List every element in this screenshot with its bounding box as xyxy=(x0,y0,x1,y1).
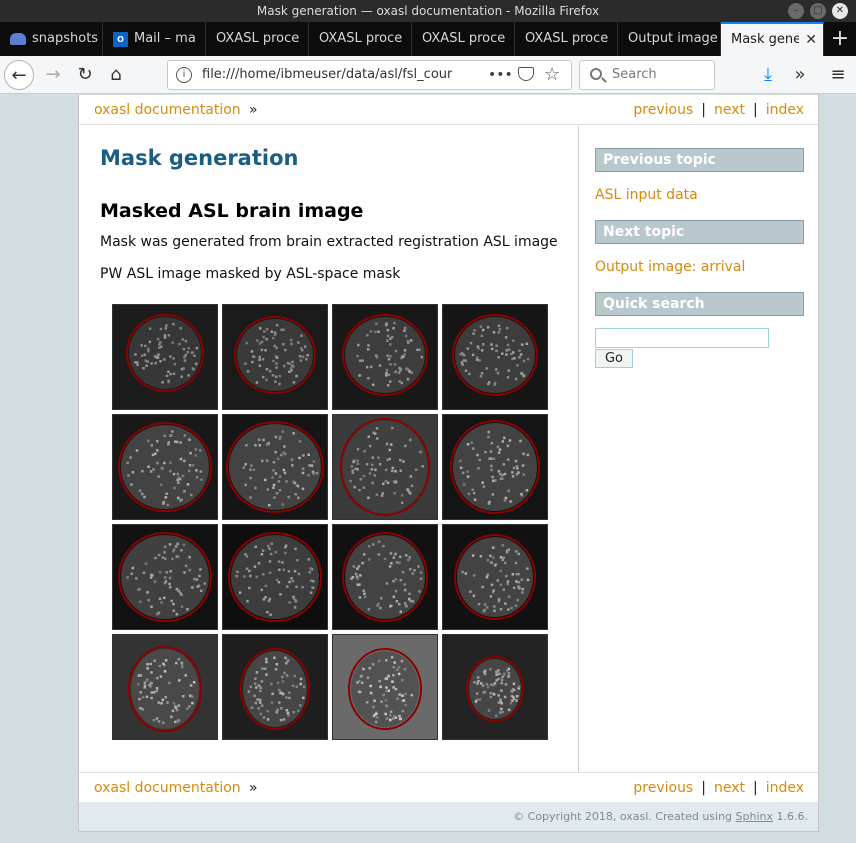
url-bar[interactable]: i file:///home/ibmeuser/data/asl/fsl_cou… xyxy=(167,60,572,90)
page-title: Mask generation xyxy=(100,146,299,170)
maximize-button[interactable]: □ xyxy=(810,3,826,19)
next-topic-link[interactable]: Output image: arrival xyxy=(595,259,745,275)
previous-link[interactable]: previous xyxy=(633,102,693,118)
back-button[interactable]: ← xyxy=(4,60,34,90)
window-titlebar: Mask generation — oxasl documentation - … xyxy=(0,0,856,22)
tab-mask-generation[interactable]: Mask gene ✕ xyxy=(721,22,824,56)
next-link[interactable]: next xyxy=(714,780,745,796)
separator: | xyxy=(701,102,706,118)
tab-mail[interactable]: O Mail – ma xyxy=(103,22,206,56)
page-actions-button[interactable]: ••• xyxy=(488,61,513,89)
brain-slice xyxy=(332,414,438,520)
go-button[interactable]: Go xyxy=(595,349,633,368)
brain-slice xyxy=(222,524,328,630)
paragraph-pw-image: PW ASL image masked by ASL-space mask xyxy=(100,266,401,282)
previous-topic-heading: Previous topic xyxy=(595,148,804,172)
tab-label: OXASL proce xyxy=(319,31,403,46)
info-icon[interactable]: i xyxy=(176,67,192,83)
separator: | xyxy=(752,780,758,796)
overflow-menu-icon[interactable]: » xyxy=(788,60,812,90)
brain-slice xyxy=(442,414,548,520)
brain-slice xyxy=(112,304,218,410)
tab-oxasl-2[interactable]: OXASL proce xyxy=(309,22,412,56)
tab-label: OXASL proce xyxy=(525,31,609,46)
close-tab-icon[interactable]: ✕ xyxy=(805,24,817,56)
document: oxasl documentation » previous | next | inde… xyxy=(78,95,819,832)
outlook-icon: O xyxy=(113,31,128,47)
tab-output-image[interactable]: Output image xyxy=(618,22,721,56)
quick-search-heading: Quick search xyxy=(595,292,804,316)
tab-label: Mail – ma xyxy=(134,31,196,46)
tab-oxasl-3[interactable]: OXASL proce xyxy=(412,22,515,56)
reload-button[interactable]: ↻ xyxy=(70,60,100,90)
tab-label: snapshots xyxy=(32,31,99,46)
brain-slice xyxy=(332,634,438,740)
tab-oxasl-4[interactable]: OXASL proce xyxy=(515,22,618,56)
tab-label: OXASL proce xyxy=(216,31,300,46)
new-tab-button[interactable]: + xyxy=(824,22,856,56)
search-bar[interactable]: Search xyxy=(579,60,715,90)
section-title: Masked ASL brain image xyxy=(100,200,364,222)
tab-oxasl-1[interactable]: OXASL proce xyxy=(206,22,309,56)
brain-slice xyxy=(112,414,218,520)
forward-button[interactable]: → xyxy=(38,60,68,90)
raquo: » xyxy=(249,780,258,796)
page-viewport: oxasl documentation » previous | next | inde… xyxy=(0,95,856,843)
copyright-text: © Copyright 2018, oxasl. Created using xyxy=(513,810,736,823)
minimize-button[interactable]: – xyxy=(788,3,804,19)
download-icon[interactable]: ⤓ xyxy=(756,60,780,90)
close-window-button[interactable]: ✕ xyxy=(832,3,848,19)
window-controls: – □ ✕ xyxy=(788,3,848,19)
paragraph-mask-source: Mask was generated from brain extracted … xyxy=(100,234,558,250)
search-placeholder: Search xyxy=(612,67,657,82)
quick-search-input[interactable] xyxy=(595,328,769,348)
previous-link[interactable]: previous xyxy=(633,780,693,796)
window-title: Mask generation — oxasl documentation - … xyxy=(256,4,600,18)
hamburger-menu-icon[interactable]: ≡ xyxy=(826,60,850,90)
home-link[interactable]: oxasl documentation xyxy=(94,95,241,125)
index-link[interactable]: index xyxy=(766,780,804,796)
tab-label: Output image xyxy=(628,31,718,46)
brain-slice xyxy=(442,524,548,630)
url-text[interactable]: file:///home/ibmeuser/data/asl/fsl_cours… xyxy=(202,61,452,89)
index-link[interactable]: index xyxy=(766,102,804,118)
previous-topic-link[interactable]: ASL input data xyxy=(595,187,698,203)
related-links: previous | next | index xyxy=(633,773,804,803)
main-body: Mask generation Masked ASL brain image M… xyxy=(79,126,578,772)
related-bar-bottom: oxasl documentation » previous | next | inde… xyxy=(79,772,818,802)
tab-label: OXASL proce xyxy=(422,31,506,46)
brain-slice xyxy=(332,524,438,630)
brain-mosaic-image xyxy=(112,304,548,742)
cloud-icon xyxy=(10,33,26,45)
pocket-icon[interactable] xyxy=(518,67,534,81)
next-link[interactable]: next xyxy=(714,102,745,118)
navigation-toolbar: ← → ↻ ⌂ i file:///home/ibmeuser/data/asl… xyxy=(0,56,856,94)
tab-label: Mask gene xyxy=(731,32,800,47)
brain-slice xyxy=(222,304,328,410)
related-bar-top: oxasl documentation » previous | next | inde… xyxy=(79,95,818,125)
brain-slice xyxy=(222,634,328,740)
tab-bar: snapshots O Mail – ma OXASL proce OXASL … xyxy=(0,22,856,56)
brain-slice xyxy=(112,524,218,630)
separator: | xyxy=(752,102,758,118)
tab-snapshots[interactable]: snapshots xyxy=(0,22,103,56)
sphinx-link[interactable]: Sphinx xyxy=(736,810,773,823)
separator: | xyxy=(701,780,706,796)
search-icon xyxy=(590,68,602,80)
brain-slice xyxy=(332,304,438,410)
raquo: » xyxy=(249,102,258,118)
next-topic-heading: Next topic xyxy=(595,220,804,244)
home-button[interactable]: ⌂ xyxy=(101,60,131,90)
brain-slice xyxy=(442,304,548,410)
home-link[interactable]: oxasl documentation xyxy=(94,773,241,803)
sphinx-version: 1.6.6. xyxy=(773,810,809,823)
brain-slice xyxy=(222,414,328,520)
brain-slice xyxy=(442,634,548,740)
related-links: previous | next | index xyxy=(633,95,804,125)
sidebar: Previous topic ASL input data Next topic… xyxy=(578,126,818,772)
bookmark-star-icon[interactable]: ☆ xyxy=(544,61,560,89)
brain-slice xyxy=(112,634,218,740)
footer: © Copyright 2018, oxasl. Created using S… xyxy=(79,802,818,831)
